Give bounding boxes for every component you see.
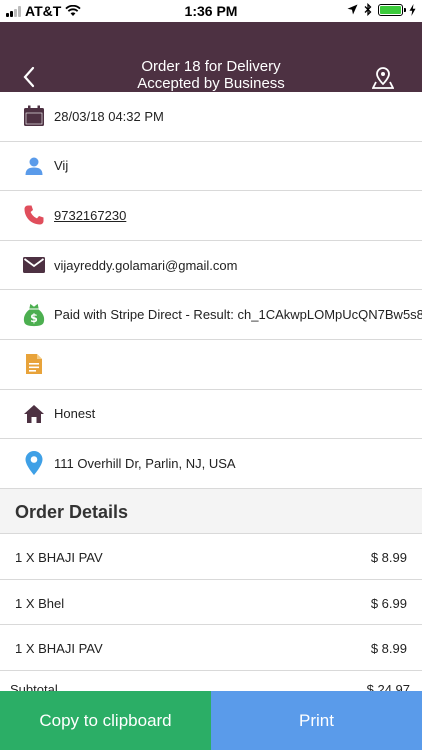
person-icon [22, 154, 46, 178]
payment-row: $ Paid with Stripe Direct - Result: ch_1… [0, 290, 422, 340]
phone-row[interactable]: 9732167230 [0, 191, 422, 241]
title-line-1: Order 18 for Delivery [141, 58, 281, 75]
document-icon [22, 352, 46, 376]
notes-row [0, 340, 422, 390]
date-row: 28/03/18 04:32 PM [0, 92, 422, 142]
copy-to-clipboard-button[interactable]: Copy to clipboard [0, 691, 211, 750]
charging-icon [409, 3, 416, 16]
customer-name: Vij [54, 158, 69, 174]
bluetooth-icon [364, 3, 372, 16]
order-details-header: Order Details [0, 489, 422, 534]
calendar-icon [22, 104, 46, 128]
battery-icon [378, 3, 406, 16]
svg-text:$: $ [30, 312, 38, 325]
item-name: 1 X BHAJI PAV [15, 641, 103, 656]
back-button[interactable] [22, 66, 36, 93]
order-date: 28/03/18 04:32 PM [54, 108, 164, 124]
customer-row: Vij [0, 142, 422, 192]
location-arrow-icon [347, 4, 358, 15]
location-pin-icon [22, 451, 46, 476]
money-bag-icon: $ [22, 303, 46, 327]
status-right [347, 3, 416, 16]
email-row: vijayreddy.golamari@gmail.com [0, 241, 422, 291]
map-button[interactable] [371, 66, 395, 95]
item-price: $ 8.99 [370, 641, 407, 656]
customer-email: vijayreddy.golamari@gmail.com [54, 257, 238, 273]
map-marker-icon [371, 67, 395, 89]
nav-header: Order 18 for Delivery Accepted by Busine… [0, 22, 422, 92]
list-item: 1 X BHAJI PAV $ 8.99 [0, 534, 422, 580]
item-name: 1 X BHAJI PAV [15, 550, 103, 565]
order-info-list: 28/03/18 04:32 PM Vij 9732167230 vijayre… [0, 92, 422, 489]
address-row: 111 Overhill Dr, Parlin, NJ, USA [0, 439, 422, 489]
page-title: Order 18 for Delivery Accepted by Busine… [80, 58, 342, 92]
list-item: 1 X BHAJI PAV $ 8.99 [0, 625, 422, 671]
payment-status: Paid with Stripe Direct - Result: ch_1CA… [54, 307, 422, 323]
item-price: $ 8.99 [370, 550, 407, 565]
order-details-title: Order Details [15, 502, 129, 522]
phone-link[interactable]: 9732167230 [54, 208, 126, 223]
phone-icon [22, 203, 46, 227]
mail-icon [22, 253, 46, 277]
title-line-2: Accepted by Business [137, 75, 285, 92]
status-bar: AT&T 1:36 PM [0, 0, 422, 22]
home-icon [22, 402, 46, 426]
back-chevron-icon [23, 66, 35, 88]
item-name: 1 X Bhel [15, 595, 65, 611]
business-name: Honest [54, 406, 96, 422]
list-item: 1 X Bhel $ 6.99 [0, 580, 422, 625]
business-row: Honest [0, 390, 422, 440]
print-button[interactable]: Print [211, 691, 422, 750]
item-price: $ 6.99 [370, 595, 407, 611]
order-items-list: 1 X BHAJI PAV $ 8.99 1 X Bhel $ 6.99 1 X… [0, 534, 422, 671]
delivery-address: 111 Overhill Dr, Parlin, NJ, USA [54, 455, 236, 471]
